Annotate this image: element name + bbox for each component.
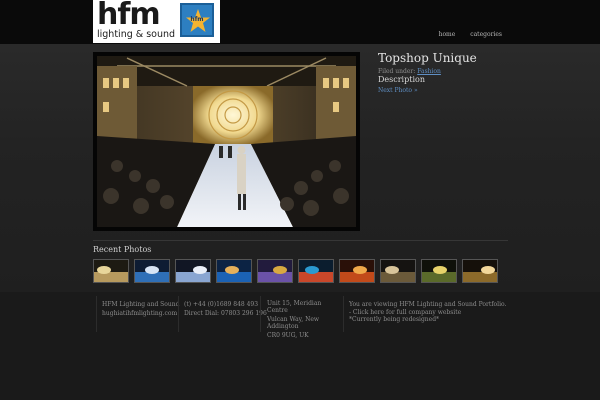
recent-photo-4[interactable] bbox=[216, 259, 252, 283]
recent-photo-1[interactable] bbox=[93, 259, 129, 283]
recent-photo-7[interactable] bbox=[339, 259, 375, 283]
footer-address-line-2: Vulcan Way, New bbox=[267, 316, 320, 323]
recent-photo-image bbox=[217, 260, 251, 282]
runway-photo-image bbox=[97, 56, 356, 227]
recent-photo-image bbox=[422, 260, 456, 282]
footer-separator bbox=[260, 296, 261, 332]
footer-portfolio-text: You are viewing HFM Lighting and Sound P… bbox=[349, 301, 507, 308]
footer-portfolio-note: You are viewing HFM Lighting and Sound P… bbox=[349, 300, 506, 323]
footer-company-website-link[interactable]: - Click here for full company website bbox=[349, 309, 506, 316]
recent-photo-image bbox=[176, 260, 210, 282]
recent-photo-image bbox=[381, 260, 415, 282]
header-bar bbox=[0, 0, 600, 44]
recent-photo-3[interactable] bbox=[175, 259, 211, 283]
nav-categories[interactable]: categories bbox=[470, 31, 502, 38]
filed-under-label: Filed under: bbox=[378, 68, 416, 75]
footer-separator bbox=[96, 296, 97, 332]
recent-photo-image bbox=[463, 260, 497, 282]
footer-direct-dial: Direct Dial: 07803 296 196 bbox=[184, 310, 267, 317]
recent-photo-image bbox=[135, 260, 169, 282]
footer-separator bbox=[343, 296, 344, 332]
footer-separator bbox=[178, 296, 179, 332]
logo-wordmark: hfm bbox=[97, 0, 161, 32]
recent-photo-9[interactable] bbox=[421, 259, 457, 283]
category-link[interactable]: Fashion bbox=[417, 68, 441, 75]
section-divider bbox=[93, 240, 508, 241]
footer-telephone: (t) +44 (0)1689 848 493 bbox=[184, 301, 259, 308]
footer-address-line-1: Unit 15, Meridian Centre bbox=[267, 300, 322, 314]
description-heading: Description bbox=[378, 75, 425, 84]
nav-home[interactable]: home bbox=[439, 31, 456, 38]
footer-company: HFM Lighting and Sound hughiatihfmlighti… bbox=[102, 300, 179, 318]
logo-tagline: lighting & sound bbox=[97, 29, 176, 40]
recent-photos-strip bbox=[93, 259, 503, 285]
footer-company-name: HFM Lighting and Sound bbox=[102, 301, 180, 308]
recent-photo-image bbox=[258, 260, 292, 282]
footer-email[interactable]: hughiatihfmlighting.com bbox=[102, 309, 179, 318]
recent-photos-heading: Recent Photos bbox=[93, 245, 152, 254]
post-title: Topshop Unique bbox=[378, 51, 477, 65]
recent-photo-image bbox=[340, 260, 374, 282]
recent-photo-5[interactable] bbox=[257, 259, 293, 283]
post-filed-under: Filed under: Fashion bbox=[378, 68, 441, 75]
recent-photo-10[interactable] bbox=[462, 259, 498, 283]
recent-photo-8[interactable] bbox=[380, 259, 416, 283]
logo-badge-label: hfm bbox=[190, 16, 204, 23]
recent-photo-image bbox=[94, 260, 128, 282]
site-logo[interactable]: hfm lighting & sound hfm bbox=[93, 0, 220, 43]
footer-address: Unit 15, Meridian Centre Vulcan Way, New… bbox=[267, 300, 337, 339]
recent-photo-6[interactable] bbox=[298, 259, 334, 283]
footer-redesign-note: *Currently being redesigned* bbox=[349, 316, 440, 323]
featured-photo[interactable] bbox=[93, 52, 360, 231]
footer-address-line-3: Addington bbox=[267, 323, 299, 330]
recent-photo-2[interactable] bbox=[134, 259, 170, 283]
recent-photo-image bbox=[299, 260, 333, 282]
footer-phone: (t) +44 (0)1689 848 493 Direct Dial: 078… bbox=[184, 300, 267, 318]
next-photo-link[interactable]: Next Photo » bbox=[378, 87, 418, 94]
main-nav: home categories bbox=[426, 31, 502, 38]
star-badge-icon: hfm bbox=[180, 3, 214, 37]
footer-address-line-4: CR0 9UG, UK bbox=[267, 332, 309, 339]
